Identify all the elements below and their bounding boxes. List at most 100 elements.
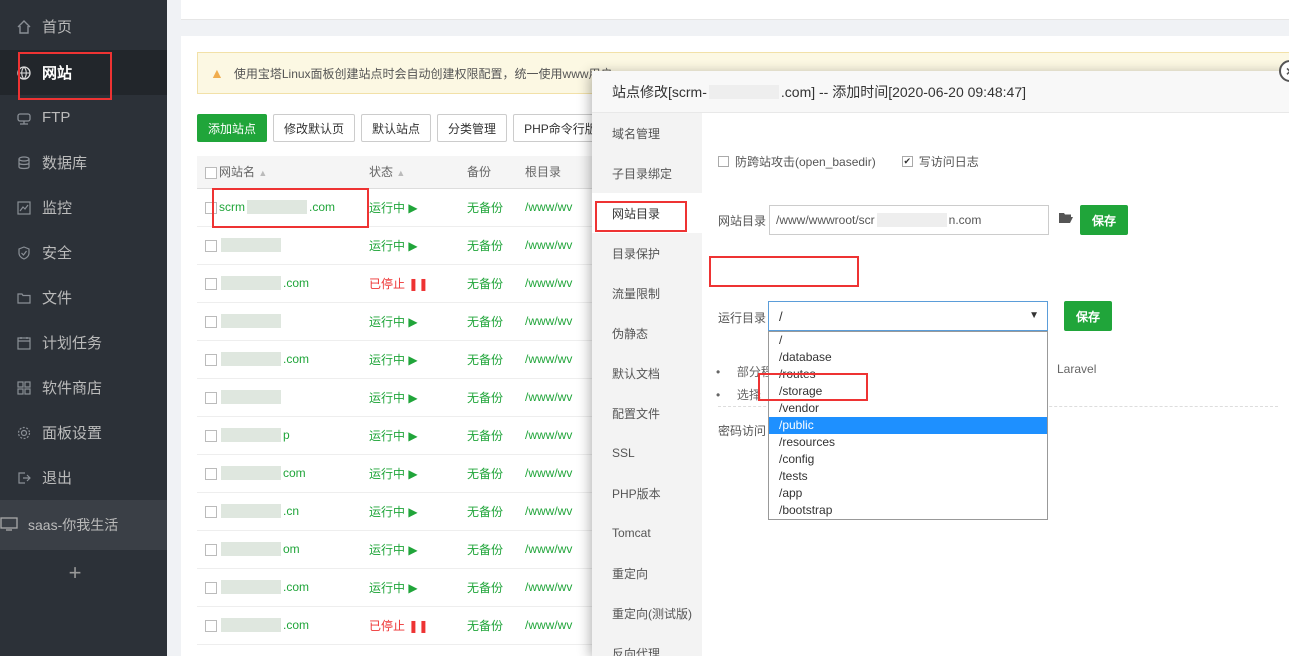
site-backup[interactable]: 无备份: [467, 416, 525, 455]
sidebar-item-files[interactable]: 文件: [0, 275, 167, 320]
table-row[interactable]: .cn 运行中 ▶ 无备份/www/wv: [197, 492, 617, 531]
run-dir-select[interactable]: / ▼: [768, 301, 1048, 331]
sidebar-item-website[interactable]: 网站: [0, 50, 167, 95]
dropdown-option[interactable]: /database: [769, 349, 1047, 366]
row-checkbox[interactable]: [205, 543, 217, 556]
site-status[interactable]: 已停止 ❚❚: [369, 606, 467, 645]
row-checkbox[interactable]: [205, 277, 217, 290]
row-checkbox[interactable]: [205, 353, 217, 366]
table-row[interactable]: scrm .com 运行中 ▶ 无备份/www/wv: [197, 188, 617, 227]
dropdown-option[interactable]: /tests: [769, 468, 1047, 485]
dropdown-option[interactable]: /vendor: [769, 400, 1047, 417]
site-dir-input[interactable]: /www/wwwroot/scr n.com: [769, 205, 1049, 235]
category-button[interactable]: 分类管理: [437, 114, 508, 142]
sidebar-item-ftp[interactable]: FTP: [0, 95, 167, 140]
row-checkbox[interactable]: [205, 467, 217, 480]
site-status[interactable]: 已停止 ❚❚: [369, 264, 467, 303]
site-name[interactable]: scrm .com: [219, 188, 369, 227]
table-row[interactable]: p 运行中 ▶ 无备份/www/wv: [197, 416, 617, 455]
site-status[interactable]: 运行中 ▶: [369, 568, 467, 607]
site-name[interactable]: .com: [219, 606, 369, 645]
site-backup[interactable]: 无备份: [467, 302, 525, 341]
site-status[interactable]: 运行中 ▶: [369, 454, 467, 493]
modal-tab[interactable]: 域名管理: [592, 113, 702, 153]
site-backup[interactable]: 无备份: [467, 454, 525, 493]
table-row[interactable]: .com 已停止 ❚❚ 无备份/www/wv: [197, 264, 617, 303]
table-row[interactable]: .com 运行中 ▶ 无备份/www/wv: [197, 340, 617, 379]
dropdown-option[interactable]: /app: [769, 485, 1047, 502]
modal-tab[interactable]: PHP版本: [592, 473, 702, 513]
site-name[interactable]: com: [219, 454, 369, 493]
row-checkbox[interactable]: [205, 315, 217, 328]
site-name[interactable]: [219, 226, 369, 265]
dropdown-option[interactable]: /routes: [769, 366, 1047, 383]
row-checkbox[interactable]: [205, 391, 217, 404]
sidebar-item-logout[interactable]: 退出: [0, 455, 167, 500]
dropdown-option[interactable]: /resources: [769, 434, 1047, 451]
site-name[interactable]: p: [219, 416, 369, 455]
sidebar-item-database[interactable]: 数据库: [0, 140, 167, 185]
row-checkbox[interactable]: [205, 619, 217, 632]
row-checkbox[interactable]: [205, 201, 217, 214]
modal-tab[interactable]: 重定向: [592, 553, 702, 593]
table-row[interactable]: om 运行中 ▶ 无备份/www/wv: [197, 530, 617, 569]
table-row[interactable]: .com 运行中 ▶ 无备份/www/wv: [197, 568, 617, 607]
dropdown-option[interactable]: /bootstrap: [769, 502, 1047, 519]
modal-tab[interactable]: 流量限制: [592, 273, 702, 313]
site-backup[interactable]: 无备份: [467, 340, 525, 379]
table-row[interactable]: 运行中 ▶ 无备份/www/wv: [197, 302, 617, 341]
site-name[interactable]: .com: [219, 568, 369, 607]
row-checkbox[interactable]: [205, 581, 217, 594]
site-status[interactable]: 运行中 ▶: [369, 340, 467, 379]
col-name[interactable]: 网站名 ▲: [219, 156, 369, 189]
site-backup[interactable]: 无备份: [467, 264, 525, 303]
table-row[interactable]: 运行中 ▶ 无备份/www/wv: [197, 378, 617, 417]
site-backup[interactable]: 无备份: [467, 188, 525, 227]
add-group-button[interactable]: +: [0, 560, 150, 586]
default-site-button[interactable]: 默认站点: [361, 114, 432, 142]
row-checkbox[interactable]: [205, 429, 217, 442]
table-row[interactable]: .com 已停止 ❚❚ 无备份/www/wv: [197, 606, 617, 645]
modal-tab[interactable]: 反向代理: [592, 633, 702, 656]
site-status[interactable]: 运行中 ▶: [369, 302, 467, 341]
dropdown-option[interactable]: /public: [769, 417, 1047, 434]
site-name[interactable]: .com: [219, 340, 369, 379]
site-status[interactable]: 运行中 ▶: [369, 416, 467, 455]
sidebar-group[interactable]: saas-你我生活: [0, 500, 167, 550]
add-site-button[interactable]: 添加站点: [197, 114, 268, 142]
site-status[interactable]: 运行中 ▶: [369, 492, 467, 531]
row-checkbox[interactable]: [205, 505, 217, 518]
sidebar-item-settings[interactable]: 面板设置: [0, 410, 167, 455]
site-status[interactable]: 运行中 ▶: [369, 530, 467, 569]
row-checkbox[interactable]: [205, 239, 217, 252]
site-name[interactable]: .com: [219, 264, 369, 303]
sidebar-item-home[interactable]: 首页: [0, 4, 167, 49]
site-backup[interactable]: 无备份: [467, 492, 525, 531]
modal-tab[interactable]: 网站目录: [592, 193, 702, 233]
dropdown-option[interactable]: /: [769, 332, 1047, 349]
dropdown-option[interactable]: /config: [769, 451, 1047, 468]
modal-tab[interactable]: SSL: [592, 433, 702, 473]
table-row[interactable]: 运行中 ▶ 无备份/www/wv: [197, 226, 617, 265]
col-status[interactable]: 状态 ▲: [369, 156, 467, 189]
site-backup[interactable]: 无备份: [467, 568, 525, 607]
basedir-checkbox[interactable]: [718, 156, 729, 167]
dropdown-option[interactable]: /storage: [769, 383, 1047, 400]
modal-tab[interactable]: Tomcat: [592, 513, 702, 553]
modal-tab[interactable]: 重定向(测试版): [592, 593, 702, 633]
table-row[interactable]: com 运行中 ▶ 无备份/www/wv: [197, 454, 617, 493]
select-all-checkbox[interactable]: [205, 166, 217, 179]
site-status[interactable]: 运行中 ▶: [369, 378, 467, 417]
modal-tab[interactable]: 默认文档: [592, 353, 702, 393]
modal-tab[interactable]: 配置文件: [592, 393, 702, 433]
site-status[interactable]: 运行中 ▶: [369, 188, 467, 227]
modal-tab[interactable]: 伪静态: [592, 313, 702, 353]
sidebar-item-security[interactable]: 安全: [0, 230, 167, 275]
save-site-dir-button[interactable]: 保存: [1080, 205, 1129, 235]
sidebar-item-cron[interactable]: 计划任务: [0, 320, 167, 365]
folder-open-icon[interactable]: [1058, 211, 1074, 228]
site-backup[interactable]: 无备份: [467, 606, 525, 645]
modal-tab[interactable]: 子目录绑定: [592, 153, 702, 193]
site-name[interactable]: [219, 302, 369, 341]
site-backup[interactable]: 无备份: [467, 226, 525, 265]
